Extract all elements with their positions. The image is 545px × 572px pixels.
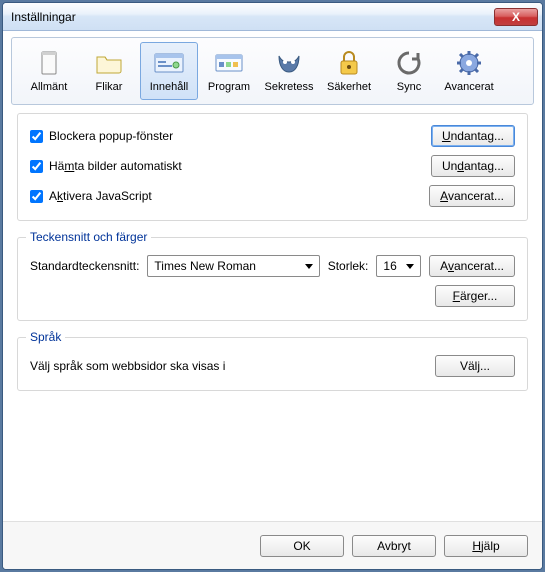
close-button[interactable]: X: [494, 8, 538, 26]
block-popups-checkbox[interactable]: [30, 130, 43, 143]
language-title: Språk: [26, 330, 65, 344]
content-icon: [153, 49, 185, 77]
size-label: Storlek:: [328, 259, 369, 273]
block-popups-label: Blockera popup-fönster: [49, 129, 431, 143]
image-exceptions-button[interactable]: Undantag...: [431, 155, 515, 177]
close-icon: X: [512, 10, 520, 24]
lock-icon: [333, 49, 365, 77]
language-desc: Välj språk som webbsidor ska visas i: [30, 359, 225, 373]
popup-exceptions-button[interactable]: Undantag...: [431, 125, 515, 147]
language-choose-button[interactable]: Välj...: [435, 355, 515, 377]
sync-icon: [393, 49, 425, 77]
tab-label: Sekretess: [265, 81, 314, 93]
titlebar: Inställningar X: [3, 3, 542, 31]
mask-icon: [273, 49, 305, 77]
dialog-footer: OK Avbryt Hjälp: [3, 521, 542, 569]
window-title: Inställningar: [11, 10, 494, 24]
font-value: Times New Roman: [154, 259, 256, 273]
tab-tabs[interactable]: Flikar: [80, 42, 138, 100]
general-icon: [33, 49, 65, 77]
enable-js-checkbox[interactable]: [30, 190, 43, 203]
load-images-checkbox[interactable]: [30, 160, 43, 173]
tab-security[interactable]: Säkerhet: [320, 42, 378, 100]
tab-advanced[interactable]: Avancerat: [440, 42, 498, 100]
default-font-label: Standardteckensnitt:: [30, 259, 139, 273]
ok-button[interactable]: OK: [260, 535, 344, 557]
font-select[interactable]: Times New Roman: [147, 255, 319, 277]
size-select[interactable]: 16: [376, 255, 421, 277]
cancel-button[interactable]: Avbryt: [352, 535, 436, 557]
popup-group: Blockera popup-fönster Undantag... Hämta…: [17, 113, 528, 221]
tab-label: Program: [208, 81, 250, 93]
tab-label: Flikar: [96, 81, 123, 93]
enable-js-label: Aktivera JavaScript: [49, 189, 429, 203]
content-panel: Blockera popup-fönster Undantag... Hämta…: [3, 105, 542, 521]
gear-icon: [453, 49, 485, 77]
fonts-group: Teckensnitt och färger Standardteckensni…: [17, 237, 528, 321]
tab-label: Allmänt: [31, 81, 68, 93]
load-images-label: Hämta bilder automatiskt: [49, 159, 431, 173]
tab-label: Innehåll: [150, 81, 189, 93]
js-advanced-button[interactable]: Avancerat...: [429, 185, 515, 207]
tab-label: Sync: [397, 81, 421, 93]
tab-privacy[interactable]: Sekretess: [260, 42, 318, 100]
size-value: 16: [383, 259, 396, 273]
category-toolbar: Allmänt Flikar Innehåll Program Sekretes…: [11, 37, 534, 105]
fonts-advanced-button[interactable]: Avancerat...: [429, 255, 515, 277]
help-button[interactable]: Hjälp: [444, 535, 528, 557]
folder-icon: [93, 49, 125, 77]
tab-general[interactable]: Allmänt: [20, 42, 78, 100]
tab-content[interactable]: Innehåll: [140, 42, 198, 100]
apps-icon: [213, 49, 245, 77]
tab-sync[interactable]: Sync: [380, 42, 438, 100]
tab-label: Säkerhet: [327, 81, 371, 93]
tab-label: Avancerat: [444, 81, 493, 93]
fonts-title: Teckensnitt och färger: [26, 230, 151, 244]
colors-button[interactable]: Färger...: [435, 285, 515, 307]
tab-applications[interactable]: Program: [200, 42, 258, 100]
language-group: Språk Välj språk som webbsidor ska visas…: [17, 337, 528, 391]
settings-window: Inställningar X Allmänt Flikar Innehåll: [2, 2, 543, 570]
